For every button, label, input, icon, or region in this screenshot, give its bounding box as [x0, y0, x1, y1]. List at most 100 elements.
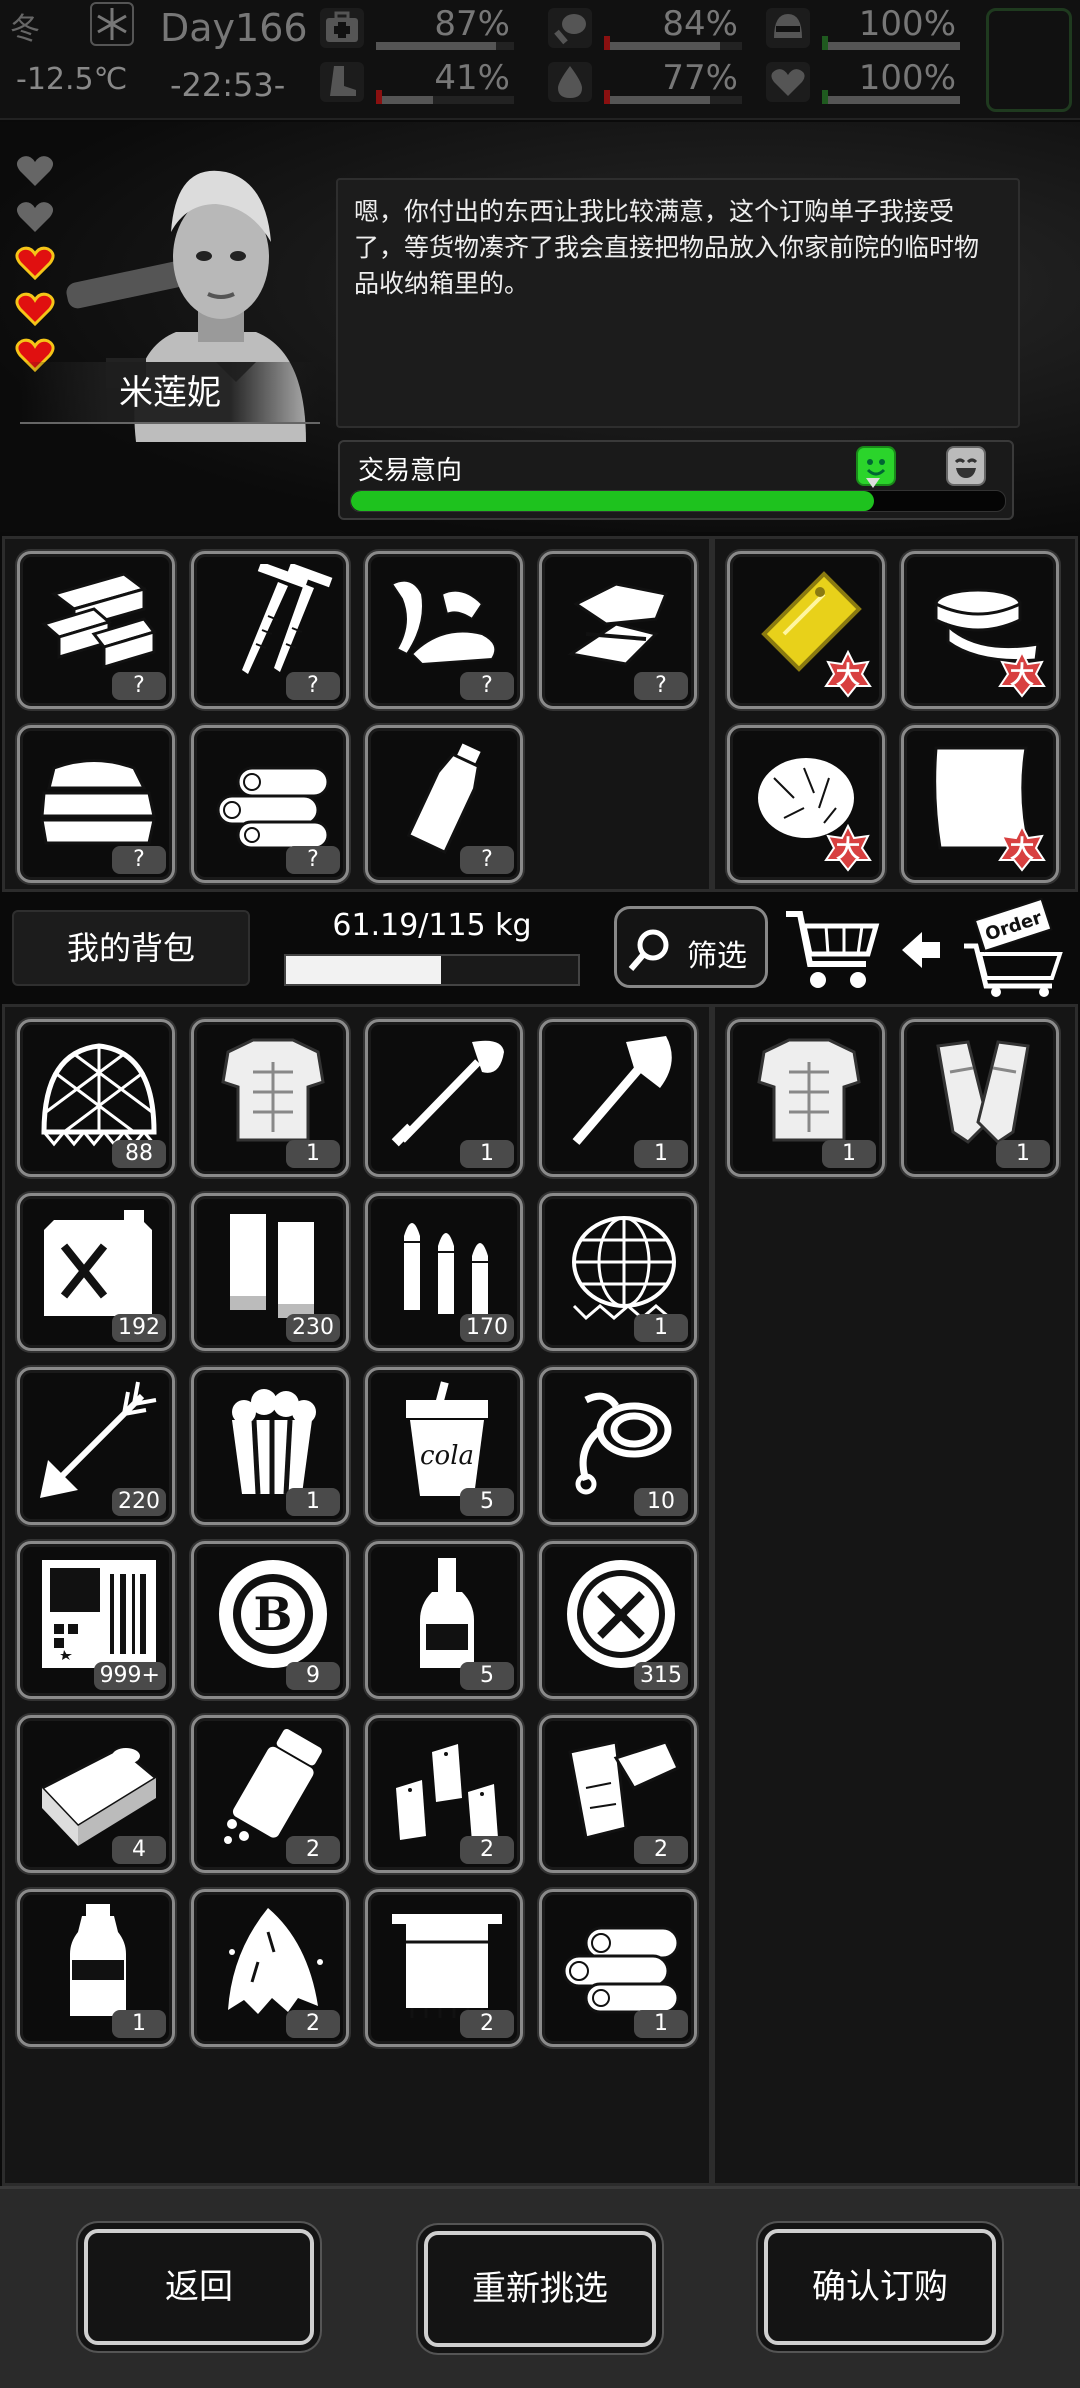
offer-item-slot[interactable]: ? [365, 725, 523, 883]
request-item-slot[interactable]: 大 [901, 551, 1059, 709]
stat-value: 41% [434, 58, 510, 98]
axe-icon [572, 1036, 672, 1145]
backpack-item-slot[interactable]: 315 [539, 1541, 697, 1699]
salt-shakers-icon [396, 1744, 498, 1842]
item-qty: 88 [112, 1140, 166, 1168]
season-label: 冬 [10, 12, 40, 47]
water-bottle-icon [70, 1904, 126, 2016]
filter-label: 筛选 [687, 939, 747, 974]
backpack-item-slot[interactable]: 230 [191, 1193, 349, 1351]
backpack-item-slot[interactable]: B9 [191, 1541, 349, 1699]
offer-item-slot[interactable]: ? [17, 551, 175, 709]
weight-fill [286, 956, 442, 984]
backpack-item-slot[interactable]: 10 [539, 1367, 697, 1525]
request-item-slot[interactable]: 大 [901, 725, 1059, 883]
weight-text: 61.19/115 kg [332, 908, 532, 943]
backpack-item-slot[interactable]: 1 [365, 1019, 523, 1177]
backpack-item-slot[interactable]: 1 [539, 1889, 697, 2047]
stat-stamina: 41% [320, 58, 520, 106]
popcorn-icon [232, 1389, 316, 1495]
back-button[interactable]: 返回 [84, 2229, 314, 2345]
trade-intent-fill [351, 491, 875, 511]
backpack-item-slot[interactable]: 2 [365, 1715, 523, 1873]
item-qty: 1 [634, 1314, 688, 1342]
backpack-item-slot[interactable]: 2 [191, 1889, 349, 2047]
backpack-item-slot[interactable]: 220 [17, 1367, 175, 1525]
stat-bar [604, 42, 720, 50]
backpack-item-slot[interactable]: 2 [365, 1889, 523, 2047]
stat-value: 84% [662, 4, 738, 44]
left-arrow-icon [902, 932, 940, 968]
body-armor-icon [221, 1038, 325, 1142]
item-qty: 192 [112, 1314, 166, 1342]
offer-item-slot[interactable]: ? [539, 551, 697, 709]
bitcoin-chip-icon: B [219, 1560, 327, 1668]
request-item-slot[interactable]: 大 [727, 725, 885, 883]
backpack-item-slot[interactable]: 1 [191, 1367, 349, 1525]
backpack-bar: 我的背包 61.19/115 kg 筛选 Order [0, 892, 1080, 1004]
item-qty: ? [112, 672, 166, 700]
shopping-cart-icon[interactable] [782, 906, 882, 994]
stat-value: 77% [662, 58, 738, 98]
stat-water: 77% [548, 58, 748, 106]
selected-item-slot[interactable]: 1 [727, 1019, 885, 1177]
item-qty: ? [634, 672, 688, 700]
trade-intent-label: 交易意向 [358, 456, 463, 486]
confirm-order-button[interactable]: 确认订购 [764, 2229, 996, 2345]
offer-item-slot[interactable]: ? [17, 725, 175, 883]
heart-empty-icon [16, 156, 54, 186]
backpack-item-slot[interactable]: 5 [365, 1541, 523, 1699]
backpack-item-slot[interactable]: 4 [17, 1715, 175, 1873]
item-qty: ? [460, 846, 514, 874]
backpack-item-slot[interactable]: 2 [191, 1715, 349, 1873]
logs-icon [216, 766, 330, 850]
heart-full-icon [15, 246, 55, 281]
offer-item-slot[interactable]: ? [191, 551, 349, 709]
my-backpack-tab[interactable]: 我的背包 [12, 910, 250, 986]
stat-value: 87% [434, 4, 510, 44]
liquor-bottle-icon [420, 1558, 474, 1668]
npc-offer-panel: ? ? ? ? ? ? ? [2, 536, 712, 892]
svg-text:B: B [254, 1587, 293, 1641]
selected-panel: 11 [712, 1004, 1078, 2186]
selected-item-slot[interactable]: 1 [901, 1019, 1059, 1177]
backpack-item-slot[interactable]: 1 [539, 1193, 697, 1351]
backpack-item-slot[interactable]: 170 [365, 1193, 523, 1351]
item-qty: 1 [286, 1488, 340, 1516]
backpack-item-slot[interactable]: 999+ [17, 1541, 175, 1699]
leather-pieces-icon [568, 1740, 680, 1840]
chicken-leg-icon [548, 8, 592, 48]
shotgun-shells-icon [230, 1214, 314, 1318]
bullets-icon [404, 1223, 488, 1316]
backpack-item-slot[interactable]: 1 [539, 1019, 697, 1177]
item-qty: 2 [460, 2010, 514, 2038]
badge-text: 大 [836, 661, 860, 689]
offer-item-slot[interactable]: ? [191, 725, 349, 883]
body-armor-icon [757, 1038, 861, 1142]
backpack-item-slot[interactable]: 1 [191, 1019, 349, 1177]
order-cart-icon[interactable]: Order [956, 898, 1068, 998]
net-icon [41, 1043, 157, 1147]
backpack-item-slot[interactable]: 2 [539, 1715, 697, 1873]
request-item-slot[interactable]: 大 [727, 551, 885, 709]
backpack-item-slot[interactable]: 1 [17, 1889, 175, 2047]
item-qty: 2 [634, 1836, 688, 1864]
backpack-item-slot[interactable]: 88 [17, 1019, 175, 1177]
backpack-item-slot[interactable]: cola 5 [365, 1367, 523, 1525]
item-qty: 1 [112, 2010, 166, 2038]
equipment-slot[interactable] [986, 8, 1072, 112]
offer-item-slot[interactable]: ? [365, 551, 523, 709]
snowflake-icon [90, 2, 134, 46]
cup-label: cola [420, 1441, 474, 1471]
cola-cup-icon: cola [406, 1381, 488, 1496]
item-qty: 10 [634, 1488, 688, 1516]
logs-icon [562, 1926, 680, 2014]
stat-mood: 100% [766, 58, 966, 106]
filter-button[interactable]: 筛选 [614, 906, 768, 988]
status-bar: 冬 -12.5℃ Day166 -22:53- 87% 84% 100% 41%… [0, 0, 1080, 120]
stat-armor: 100% [766, 4, 966, 52]
folded-cloth-icon [40, 759, 156, 845]
backpack-item-slot[interactable]: 192 [17, 1193, 175, 1351]
reselect-button[interactable]: 重新挑选 [424, 2231, 656, 2347]
grin-face-icon [946, 446, 986, 486]
